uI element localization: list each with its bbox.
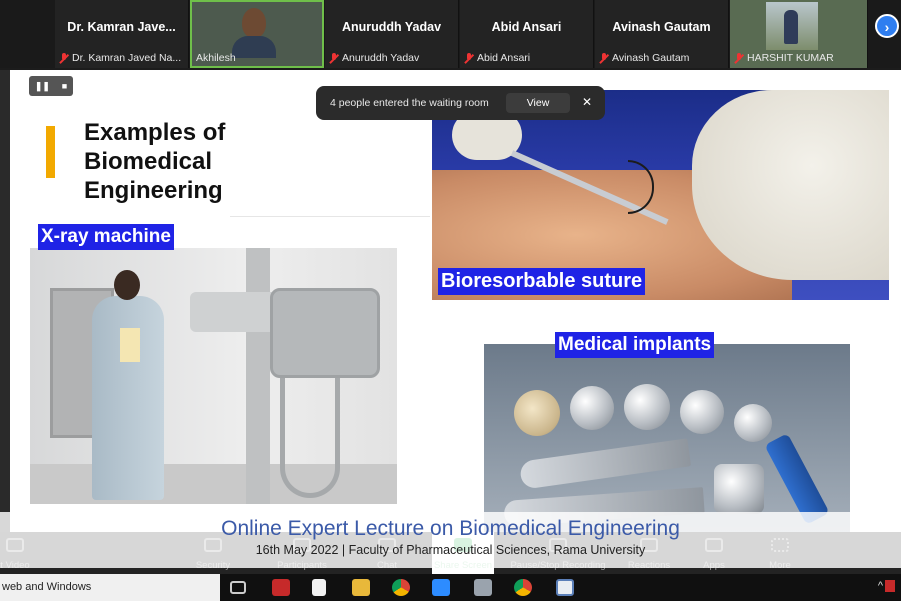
mic-muted-icon: [464, 52, 474, 64]
participant-tile[interactable]: HARSHIT KUMAR: [730, 0, 868, 68]
mic-muted-icon: [329, 52, 339, 64]
file-icon[interactable]: [312, 579, 326, 596]
slide-title: Examples of Biomedical Engineering: [84, 119, 226, 204]
banner-title: Online Expert Lecture on Biomedical Engi…: [221, 517, 680, 540]
participant-name: Dr. Kamran Jave...: [67, 20, 176, 34]
lecture-banner: Online Expert Lecture on Biomedical Engi…: [0, 512, 901, 568]
app-icon[interactable]: [474, 579, 492, 596]
participant-label: Dr. Kamran Javed Na...: [72, 52, 182, 64]
participant-photo: [766, 2, 818, 50]
xray-caption: X-ray machine: [38, 224, 174, 250]
system-tray[interactable]: ^: [878, 580, 897, 593]
share-controls[interactable]: ❚❚ ■: [29, 76, 73, 96]
participant-video: [232, 4, 276, 58]
close-icon[interactable]: ✕: [582, 95, 592, 109]
pause-icon[interactable]: ❚❚: [35, 81, 50, 92]
participant-label: Anuruddh Yadav: [342, 52, 420, 64]
participant-name: Abid Ansari: [491, 20, 562, 34]
xray-machine-image: [30, 248, 397, 504]
chevron-right-icon[interactable]: ›: [875, 14, 899, 38]
share-border: [0, 70, 10, 532]
medical-implants-image: [484, 344, 850, 532]
waiting-room-notification: 4 people entered the waiting room View ✕: [316, 86, 605, 120]
notification-message: 4 people entered the waiting room: [330, 97, 489, 109]
participant-tile[interactable]: Avinash Gautam Avinash Gautam: [595, 0, 729, 68]
suture-caption: Bioresorbable suture: [438, 268, 646, 295]
chrome-alt-icon[interactable]: [514, 579, 532, 596]
participant-tile[interactable]: Anuruddh Yadav Anuruddh Yadav: [325, 0, 459, 68]
zoom-window: Dr. Kamran Jave... Dr. Kamran Javed Na..…: [0, 0, 901, 601]
banner-subtitle: 16th May 2022 | Faculty of Pharmaceutica…: [255, 543, 646, 557]
task-view-icon[interactable]: [230, 581, 246, 594]
flag-icon: [885, 580, 895, 593]
participant-strip: Dr. Kamran Jave... Dr. Kamran Javed Na..…: [0, 0, 901, 68]
participant-label: Abid Ansari: [477, 52, 531, 64]
file-explorer-icon[interactable]: [352, 579, 370, 596]
mic-muted-icon: [59, 52, 69, 64]
stop-icon[interactable]: ■: [62, 81, 67, 91]
participant-name: Avinash Gautam: [612, 20, 711, 34]
participant-tile[interactable]: Abid Ansari Abid Ansari: [460, 0, 594, 68]
view-button[interactable]: View: [506, 93, 570, 113]
zoom-icon[interactable]: [432, 579, 450, 596]
windows-taskbar: web and Windows ^: [0, 574, 901, 601]
tray-chevron-icon[interactable]: ^: [878, 580, 883, 592]
document-icon[interactable]: [556, 579, 574, 596]
participant-label: HARSHIT KUMAR: [747, 52, 834, 64]
mic-muted-icon: [734, 52, 744, 64]
taskbar-search[interactable]: web and Windows: [0, 574, 220, 601]
participant-label: Akhilesh: [196, 52, 236, 64]
participant-tile-active-speaker[interactable]: Akhilesh: [190, 0, 324, 68]
participant-name: Anuruddh Yadav: [341, 20, 442, 34]
acrobat-icon[interactable]: [272, 579, 290, 596]
participant-label: Avinash Gautam: [612, 52, 690, 64]
chrome-icon[interactable]: [392, 579, 410, 596]
mic-muted-icon: [599, 52, 609, 64]
implants-caption: Medical implants: [555, 332, 715, 358]
title-accent-bar: [46, 126, 55, 178]
slide-divider: [230, 216, 430, 217]
participant-tile[interactable]: Dr. Kamran Jave... Dr. Kamran Javed Na..…: [55, 0, 189, 68]
